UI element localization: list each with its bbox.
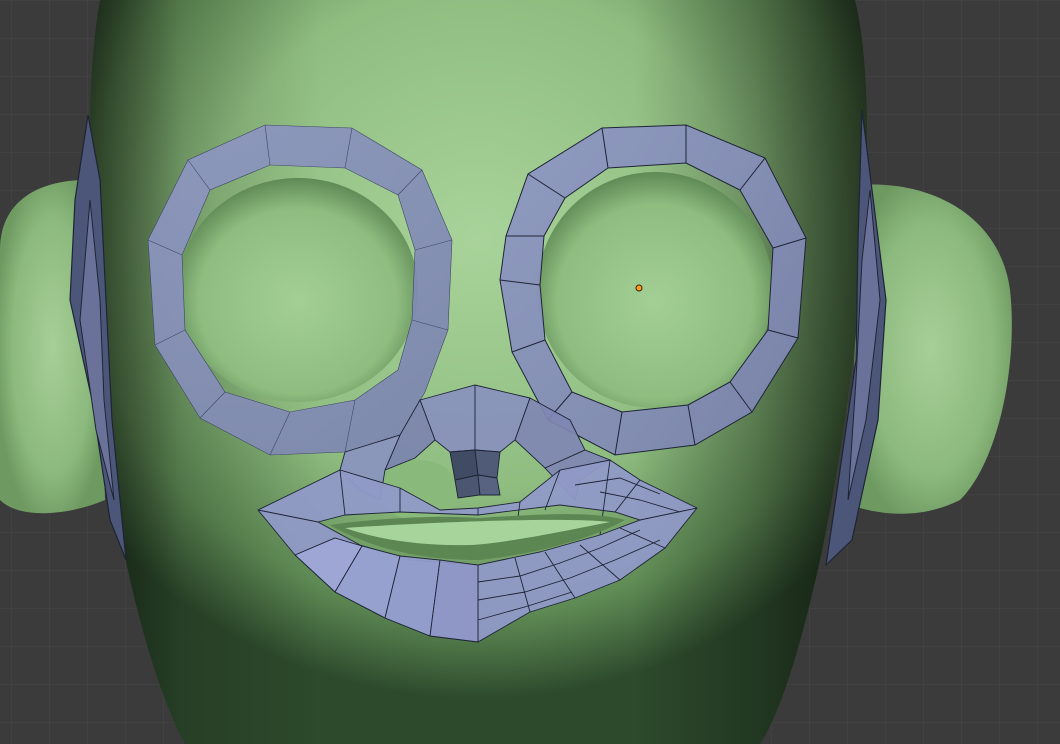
viewport-canvas[interactable] bbox=[0, 0, 1060, 744]
left-eye-socket bbox=[178, 178, 418, 402]
3d-viewport[interactable] bbox=[0, 0, 1060, 744]
origin-point-icon[interactable] bbox=[635, 284, 643, 292]
